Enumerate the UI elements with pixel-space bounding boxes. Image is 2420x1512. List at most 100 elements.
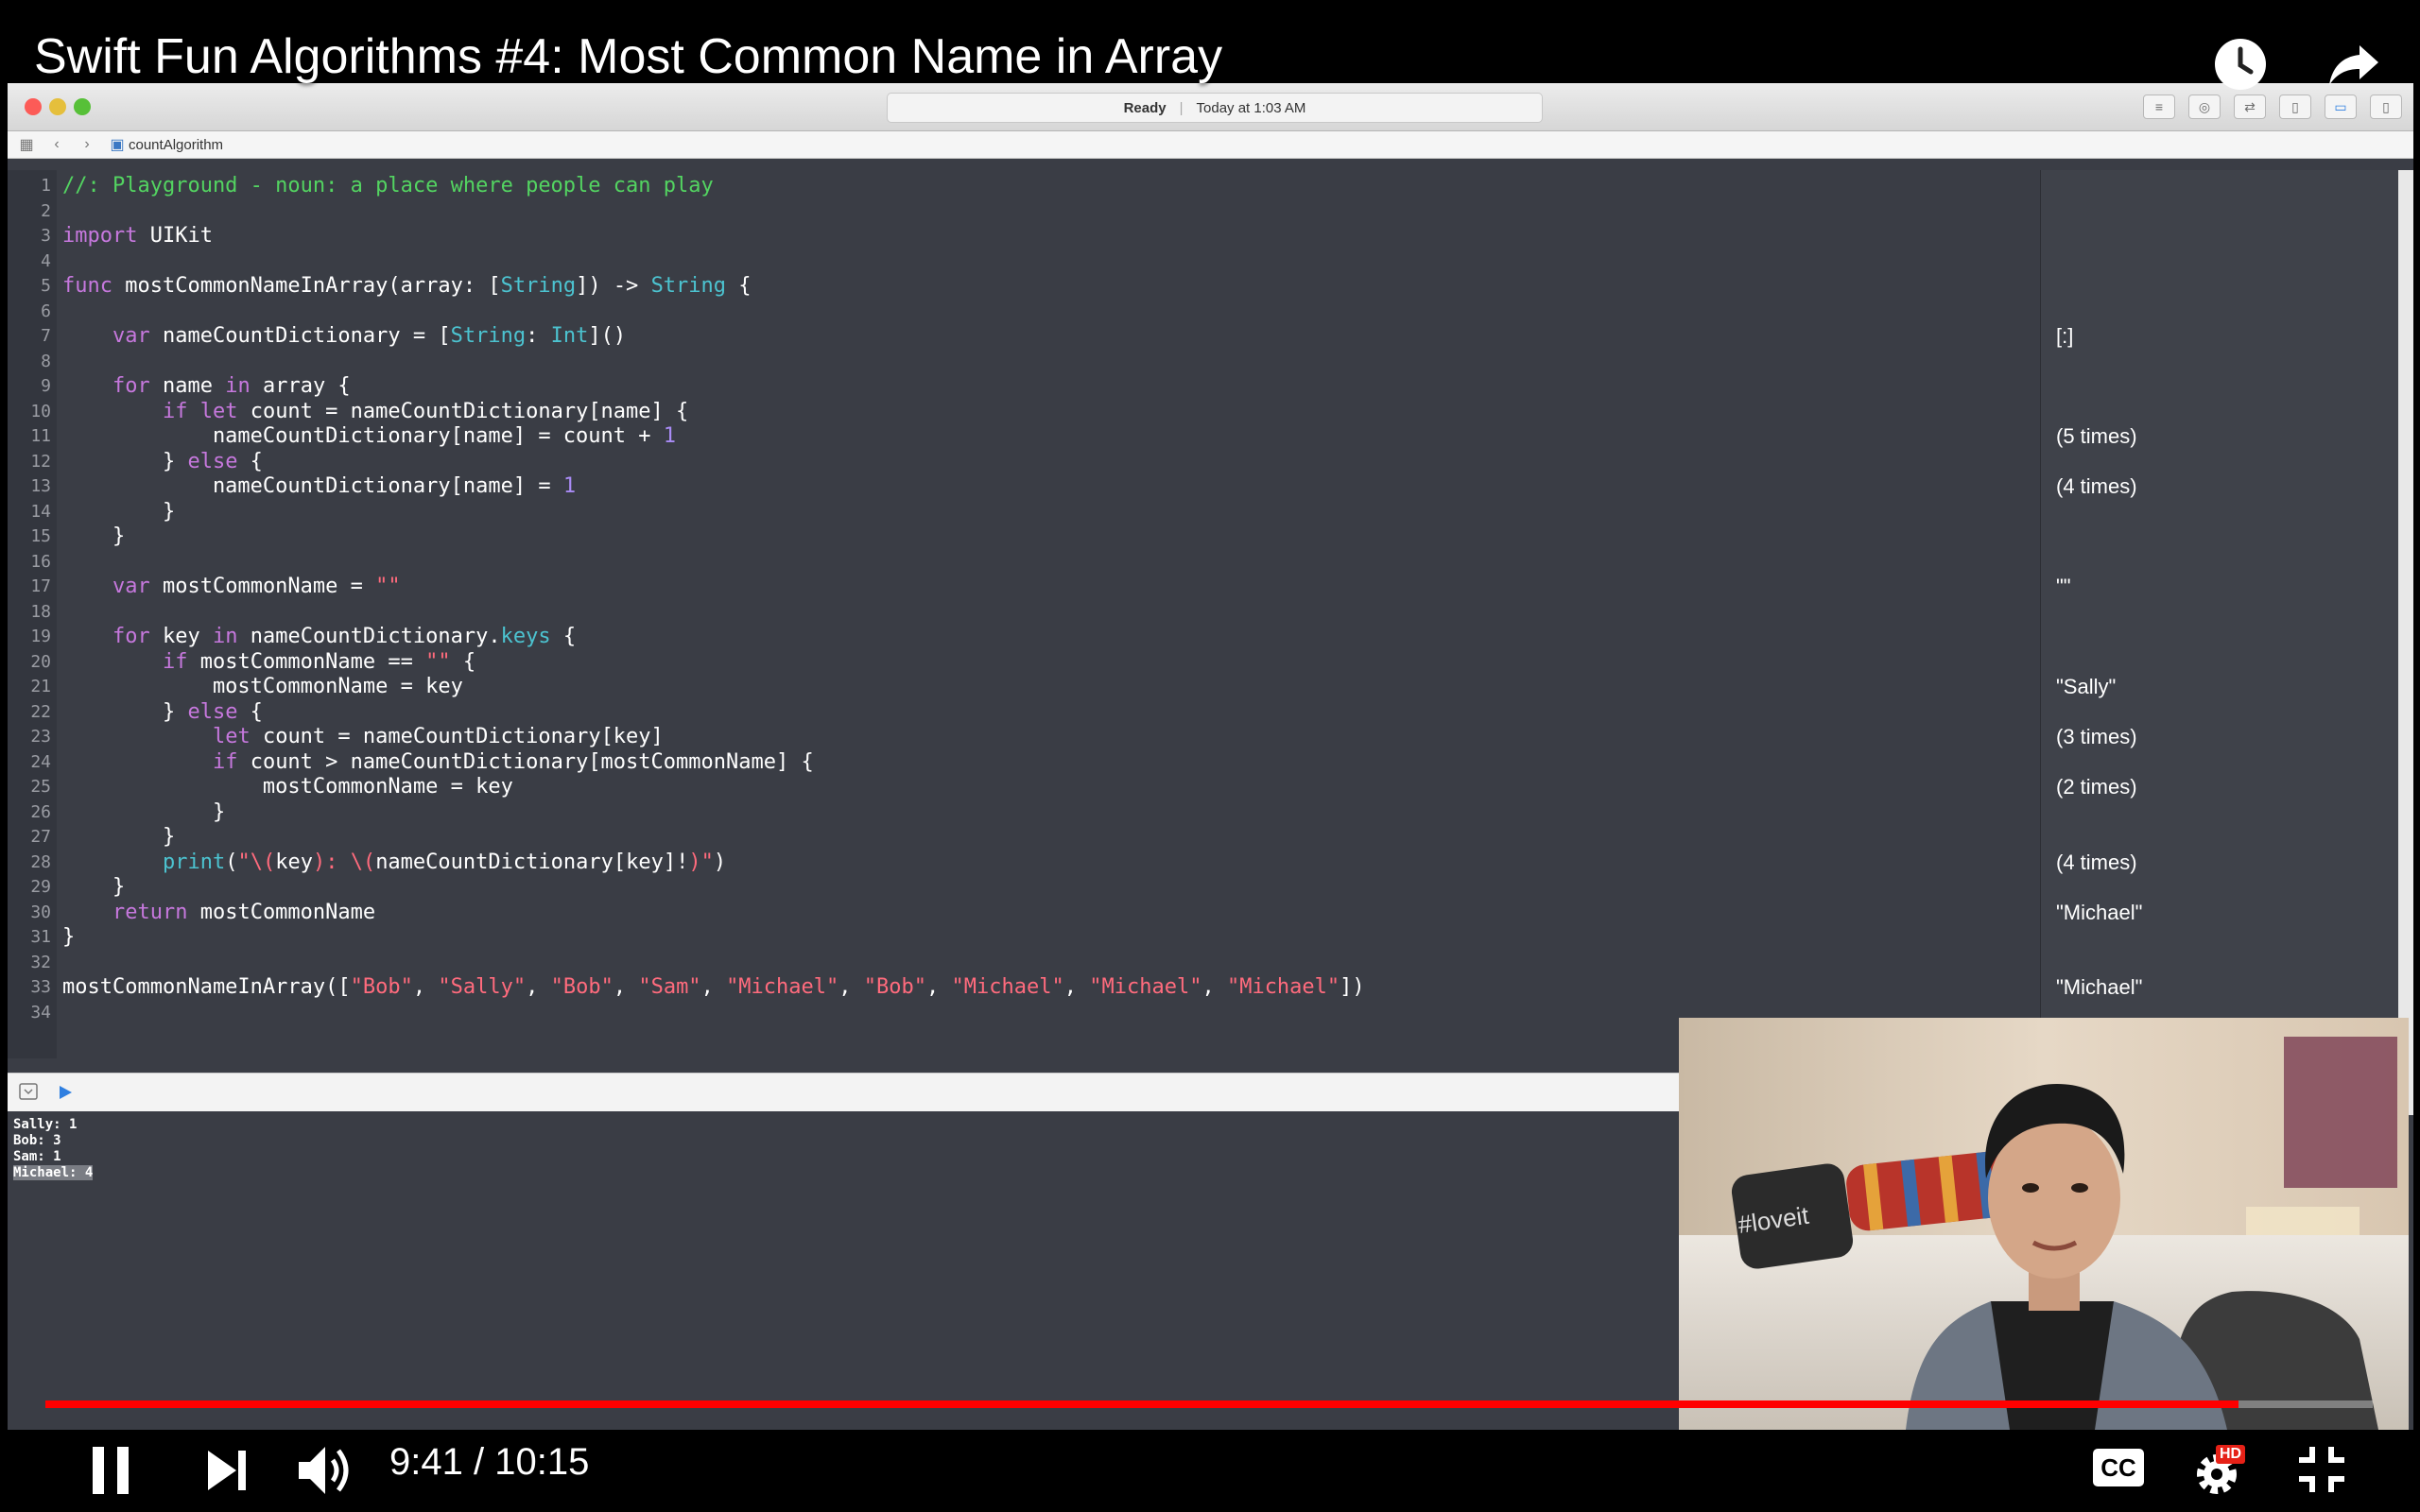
close-window-button[interactable] [25,98,42,115]
line-number: 16 [30,551,51,572]
assistant-editor-icon[interactable]: ◎ [2188,94,2221,119]
line-number: 6 [41,301,51,321]
line-number: 20 [30,651,51,672]
code-text: nameCountDictionary[name] = 1 [62,474,577,498]
line-number: 22 [30,701,51,722]
code-editor[interactable]: 1 //: Playground - noun: a place where pe… [8,170,2040,1058]
debug-area-toggle-icon[interactable]: ▭ [2325,94,2357,119]
line-number: 3 [41,226,51,246]
next-icon[interactable] [206,1449,248,1492]
result-value[interactable]: "Michael" [2056,975,2142,1000]
line-number: 7 [41,326,51,346]
result-value[interactable]: "" [2056,575,2071,599]
line-number: 24 [30,751,51,772]
file-breadcrumb[interactable]: countAlgorithm [129,137,223,153]
console-line: Sally: 1 [13,1117,78,1132]
code-text: import UIKit [62,224,213,248]
line-number: 10 [30,401,51,421]
code-text: var mostCommonName = "" [112,575,401,598]
code-text: } else { [62,449,263,473]
window-titlebar: Ready | Today at 1:03 AM ≡ ◎ ⇄ ▯ ▭ ▯ [8,83,2413,131]
code-text: mostCommonName = key [62,675,463,698]
line-number: 26 [30,801,51,822]
hide-debug-area-icon[interactable] [19,1083,38,1100]
run-playground-icon[interactable] [57,1084,74,1101]
settings-icon[interactable]: HD [2193,1445,2250,1498]
pause-icon[interactable] [89,1445,132,1496]
result-value[interactable]: "Sally" [2056,675,2116,699]
console-line: Bob: 3 [13,1133,61,1148]
result-value[interactable]: (4 times) [2056,474,2137,499]
result-value[interactable]: (5 times) [2056,424,2137,449]
line-number: 23 [30,727,51,747]
result-value[interactable]: (2 times) [2056,775,2137,799]
video-time: 9:41 / 10:15 [389,1441,589,1484]
minimize-window-button[interactable] [49,98,66,115]
console-output: Sally: 1 Bob: 3 Sam: 1 Michael: 4 [8,1111,1681,1430]
line-number: 18 [30,601,51,622]
code-text: nameCountDictionary[name] = count + 1 [62,424,677,448]
volume-icon[interactable] [297,1443,355,1498]
result-value[interactable]: (4 times) [2056,850,2137,875]
code-text: if mostCommonName == "" { [162,649,476,674]
code-text: var nameCountDictionary = [String: Int](… [112,324,627,348]
line-number: 15 [30,526,51,546]
result-value[interactable]: "Michael" [2056,901,2142,925]
code-text: } [62,799,226,824]
line-number: 25 [30,777,51,797]
results-scrollbar[interactable] [2398,170,2413,1115]
code-text: //: Playground - noun: a place where peo… [62,174,714,198]
line-number: 30 [30,902,51,922]
standard-editor-icon[interactable]: ≡ [2143,94,2175,119]
line-number: 33 [30,977,51,997]
line-number: 32 [30,952,51,972]
console-line: Michael: 4 [13,1165,94,1180]
code-text: } [62,925,76,949]
line-number: 9 [41,376,51,396]
version-editor-icon[interactable]: ⇄ [2234,94,2266,119]
line-number: 13 [30,476,51,496]
code-text: if count > nameCountDictionary[mostCommo… [212,749,814,774]
video-progress-played [45,1400,2239,1408]
code-text: print("\(key): \(nameCountDictionary[key… [162,850,727,874]
line-number: 31 [30,927,51,947]
code-text: if let count = nameCountDictionary[name]… [162,399,689,423]
forward-chevron-icon[interactable]: › [76,136,98,153]
code-text: } [62,825,176,849]
captions-icon[interactable]: CC [2093,1449,2144,1486]
captions-label: CC [2100,1452,2136,1482]
code-text: mostCommonName = key [62,775,513,799]
related-items-icon[interactable]: ▦ [15,135,38,154]
code-text: func mostCommonNameInArray(array: [Strin… [62,274,752,298]
line-number: 27 [30,827,51,847]
video-title[interactable]: Swift Fun Algorithms #4: Most Common Nam… [34,28,1222,85]
back-chevron-icon[interactable]: ‹ [45,136,68,153]
status-time: Today at 1:03 AM [1196,99,1306,116]
result-value[interactable]: [:] [2056,324,2073,349]
exit-fullscreen-icon[interactable] [2297,1445,2346,1494]
line-number: 29 [30,877,51,897]
console-line: Sam: 1 [13,1149,61,1164]
line-number: 2 [41,200,51,221]
utilities-toggle-icon[interactable]: ▯ [2370,94,2402,119]
total-time: 10:15 [494,1441,590,1483]
result-value[interactable]: (3 times) [2056,725,2137,749]
status-separator: | [1179,99,1184,116]
hd-badge: HD [2216,1445,2246,1464]
jump-bar: ▦ ‹ › ▣ countAlgorithm [8,131,2413,159]
zoom-window-button[interactable] [74,98,91,115]
playground-file-icon: ▣ [110,137,125,153]
video-progress-bar[interactable] [45,1400,2373,1408]
share-icon[interactable] [2325,36,2382,93]
line-number: 5 [41,276,51,296]
code-text: let count = nameCountDictionary[key] [212,725,664,748]
line-number: 12 [30,451,51,472]
navigator-toggle-icon[interactable]: ▯ [2279,94,2311,119]
line-number: 1 [41,176,51,196]
watch-later-icon[interactable] [2212,36,2269,93]
code-text: } [62,499,176,524]
debug-bar [8,1073,1681,1112]
results-sidebar: [:] (5 times) (4 times) "" "Sally" (3 times) (… [2040,170,2400,1115]
line-number: 8 [41,351,51,371]
code-text: } [62,524,126,548]
